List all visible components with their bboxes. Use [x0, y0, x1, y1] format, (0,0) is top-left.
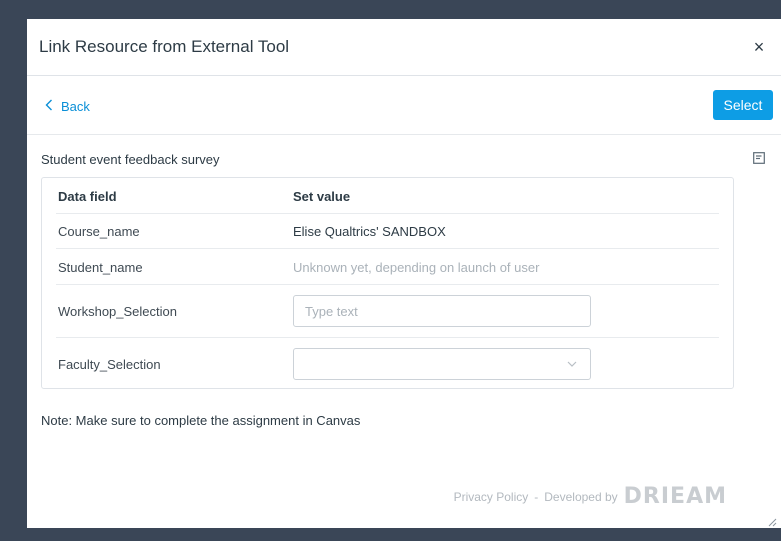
developed-by-label: Developed by	[544, 489, 618, 504]
table-row: Workshop_Selection	[56, 285, 719, 338]
collapse-panel-icon[interactable]	[753, 152, 765, 164]
table-row: Faculty_Selection	[56, 338, 719, 390]
table-row: Course_name Elise Qualtrics' SANDBOX	[56, 214, 719, 249]
back-button[interactable]: Back	[45, 98, 90, 114]
chevron-down-icon	[566, 357, 578, 369]
chevron-left-icon	[45, 98, 53, 114]
link-resource-modal: Link Resource from External Tool × Back …	[27, 19, 781, 528]
field-workshop-selection: Workshop_Selection	[58, 304, 177, 319]
footer-separator: -	[534, 489, 539, 504]
completion-note: Note: Make sure to complete the assignme…	[41, 413, 361, 428]
modal-header: Link Resource from External Tool ×	[27, 19, 781, 76]
footer: Privacy Policy - Developed by DRIEAM	[454, 484, 727, 509]
faculty-selection-dropdown[interactable]	[293, 348, 591, 380]
value-student-name: Unknown yet, depending on launch of user	[293, 260, 540, 275]
privacy-policy-link[interactable]: Privacy Policy	[454, 490, 529, 504]
header-data-field: Data field	[58, 189, 117, 204]
modal-toolbar: Back Select	[27, 76, 781, 135]
field-student-name: Student_name	[58, 260, 143, 275]
data-field-table: Data field Set value Course_name Elise Q…	[41, 177, 734, 389]
close-icon[interactable]: ×	[749, 37, 769, 57]
back-label: Back	[61, 98, 90, 114]
field-faculty-selection: Faculty_Selection	[58, 357, 161, 372]
header-set-value: Set value	[293, 189, 351, 204]
survey-title: Student event feedback survey	[41, 152, 220, 167]
workshop-selection-input[interactable]	[293, 295, 591, 327]
modal-title: Link Resource from External Tool	[39, 37, 290, 56]
value-course-name: Elise Qualtrics' SANDBOX	[293, 224, 446, 239]
table-row: Student_name Unknown yet, depending on l…	[56, 249, 719, 285]
field-course-name: Course_name	[58, 224, 140, 239]
resize-handle-icon[interactable]	[767, 514, 777, 527]
brand-logo: DRIEAM	[623, 484, 727, 509]
select-button[interactable]: Select	[713, 90, 773, 120]
table-header-row: Data field Set value	[56, 178, 719, 214]
